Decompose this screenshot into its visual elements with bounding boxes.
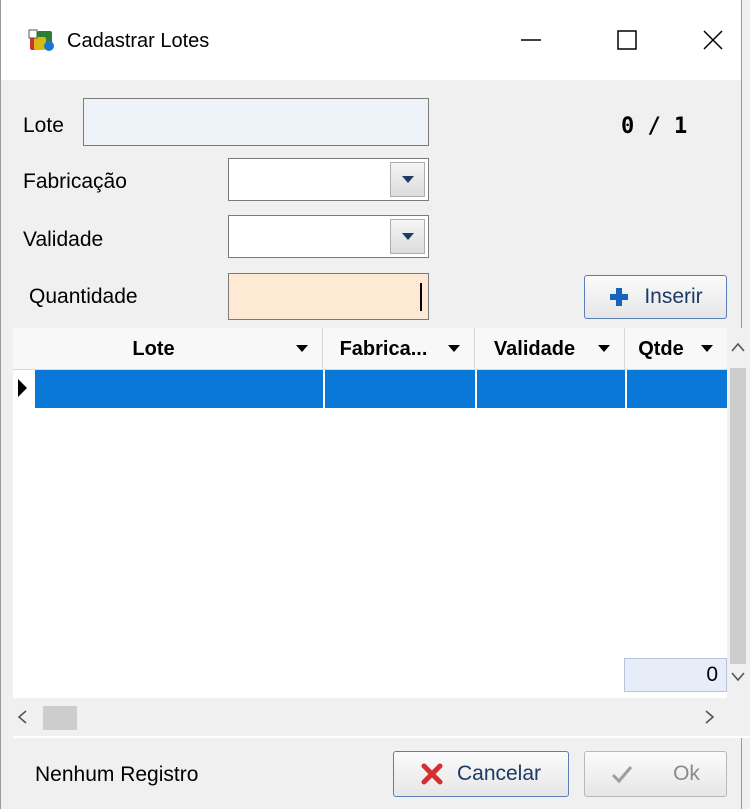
plus-icon [610,288,629,306]
app-icon [28,29,54,51]
chevron-down-icon[interactable] [296,345,308,352]
fabricacao-dropdown-button[interactable] [390,162,425,197]
fabricacao-label: Fabricação [23,170,127,193]
x-icon [421,763,443,785]
title-bar[interactable]: Cadastrar Lotes [1,0,741,80]
record-counter: 0 / 1 [621,114,688,139]
chevron-down-icon [401,233,414,240]
cancelar-label: Cancelar [456,762,542,785]
grid-header: Lote Fabrica... Validade Qtde [13,328,727,370]
close-icon [703,30,723,50]
horizontal-scrollbar[interactable] [13,698,749,736]
text-caret [420,283,422,311]
vertical-scrollbar[interactable] [727,328,749,698]
column-header-fabricacao[interactable]: Fabrica... [323,328,475,370]
chevron-right-icon[interactable] [705,710,715,724]
window-title: Cadastrar Lotes [67,30,210,52]
chevron-up-icon[interactable] [731,342,745,352]
table-row[interactable] [35,370,727,408]
lotes-grid[interactable]: Lote Fabrica... Validade Qtde 0 [13,328,749,738]
horizontal-scroll-thumb[interactable] [43,706,77,730]
cancelar-button[interactable]: Cancelar [393,751,569,797]
quantidade-input[interactable] [228,273,429,320]
quantidade-label: Quantidade [29,285,138,308]
current-row-indicator-icon [18,379,27,397]
dialog-window: Cadastrar Lotes Lote 0 / 1 Fabricação Va… [0,0,749,809]
check-icon [612,766,633,784]
validade-date-picker[interactable] [228,215,429,258]
maximize-button[interactable] [597,18,657,62]
chevron-down-icon[interactable] [701,345,713,352]
row-indicator-column [13,370,35,736]
chevron-left-icon[interactable] [17,710,27,724]
fabricacao-date-picker[interactable] [228,158,429,201]
chevron-down-icon[interactable] [731,672,745,682]
chevron-down-icon [401,176,414,183]
validade-label: Validade [23,228,104,251]
maximize-icon [617,30,637,50]
lote-label: Lote [23,114,64,137]
qtde-total: 0 [624,658,727,692]
column-header-lote[interactable]: Lote [35,328,323,370]
minimize-icon [521,39,541,41]
column-header-validade[interactable]: Validade [475,328,625,370]
validade-dropdown-button[interactable] [390,219,425,254]
ok-label: Ok [673,762,700,785]
ok-button[interactable]: Ok [584,751,727,797]
chevron-down-icon[interactable] [448,345,460,352]
status-text: Nenhum Registro [35,763,199,786]
close-button[interactable] [683,18,743,62]
column-header-qtde[interactable]: Qtde [625,328,727,370]
inserir-button[interactable]: Inserir [584,275,727,319]
minimize-button[interactable] [501,18,561,62]
vertical-scroll-thumb[interactable] [730,368,746,664]
inserir-label: Inserir [644,285,703,308]
lote-input[interactable] [83,98,429,146]
chevron-down-icon[interactable] [598,345,610,352]
